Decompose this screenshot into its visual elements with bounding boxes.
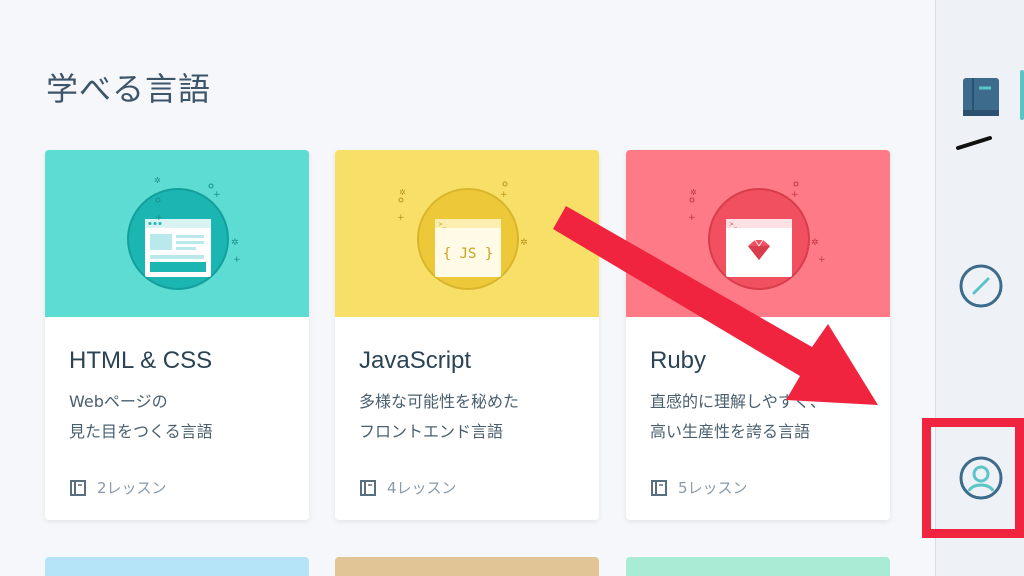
course-name: Ruby (650, 347, 707, 374)
course-card-peek[interactable] (626, 557, 890, 576)
lesson-book-icon (651, 479, 667, 496)
svg-text:+: + (213, 190, 221, 200)
svg-text:+: + (818, 255, 826, 265)
lesson-count-label: 5レッスン (678, 479, 748, 497)
course-name: HTML & CSS (69, 347, 213, 374)
course-description: 多様な可能性を秘めた フロントエンド言語 (359, 387, 575, 447)
lesson-book-icon (360, 479, 376, 496)
js-badge: { JS } (443, 246, 494, 262)
svg-text:+: + (500, 190, 508, 200)
compass-icon (959, 264, 1002, 308)
javascript-illustration-icon: >_ { JS } + + ✲ ✲ (397, 181, 528, 290)
svg-text:✲: ✲ (231, 238, 239, 248)
course-hero: + + + ✲ ✲ (45, 150, 309, 317)
book-icon (962, 78, 999, 116)
lesson-count: 5レッスン (650, 477, 748, 498)
lesson-count-label: 4レッスン (387, 479, 457, 497)
sidebar-item-lessons[interactable] (936, 76, 1024, 120)
html-css-illustration-icon: + + + ✲ ✲ (127, 176, 241, 290)
svg-text:+: + (233, 255, 241, 265)
course-card-html-css[interactable]: + + + ✲ ✲ HTML & CSS Webページの 見た目をつくる言語 2… (45, 150, 309, 520)
svg-text:>_: >_ (438, 221, 447, 228)
course-description-line: 高い生産性を誇る言語 (650, 422, 811, 441)
course-card-peek[interactable] (45, 557, 309, 576)
course-card-javascript[interactable]: >_ { JS } + + ✲ ✲ JavaScript 多様な可能性を秘めた … (335, 150, 599, 520)
svg-text:✲: ✲ (690, 188, 697, 197)
course-description-line: 直感的に理解しやすく、 (650, 392, 826, 411)
course-description-line: フロントエンド言語 (359, 422, 504, 441)
svg-text:+: + (155, 213, 163, 223)
ruby-illustration-icon: >_ + + ✲ + ✲ (688, 181, 826, 290)
svg-text:✲: ✲ (154, 176, 161, 185)
course-name: JavaScript (359, 347, 472, 374)
course-description: Webページの 見た目をつくる言語 (69, 387, 285, 447)
svg-text:✲: ✲ (811, 238, 819, 248)
course-card-peek[interactable] (335, 557, 599, 576)
lesson-count: 4レッスン (359, 477, 457, 498)
svg-text:+: + (688, 213, 696, 223)
sidebar-item-explore[interactable] (936, 262, 1024, 310)
lesson-book-icon (70, 479, 86, 496)
svg-text:>_: >_ (729, 221, 738, 228)
course-description: 直感的に理解しやすく、 高い生産性を誇る言語 (650, 387, 866, 447)
svg-text:+: + (791, 190, 799, 200)
annotation-highlight-box (922, 418, 1024, 538)
course-description-line: Webページの (69, 392, 168, 411)
course-description-line: 多様な可能性を秘めた (359, 392, 520, 411)
svg-text:✲: ✲ (399, 188, 406, 197)
course-card-ruby[interactable]: >_ + + ✲ + ✲ Ruby 直感的に理解しやすく、 高い生産性を誇る言語… (626, 150, 890, 520)
course-description-line: 見た目をつくる言語 (69, 422, 213, 441)
svg-text:+: + (397, 213, 405, 223)
course-hero: >_ + + ✲ + ✲ (626, 150, 890, 317)
lesson-count-label: 2レッスン (97, 479, 167, 497)
page-title: 学べる言語 (46, 70, 212, 108)
lesson-count: 2レッスン (69, 477, 167, 498)
course-hero: >_ { JS } + + ✲ ✲ (335, 150, 599, 317)
svg-text:✲: ✲ (520, 238, 528, 248)
